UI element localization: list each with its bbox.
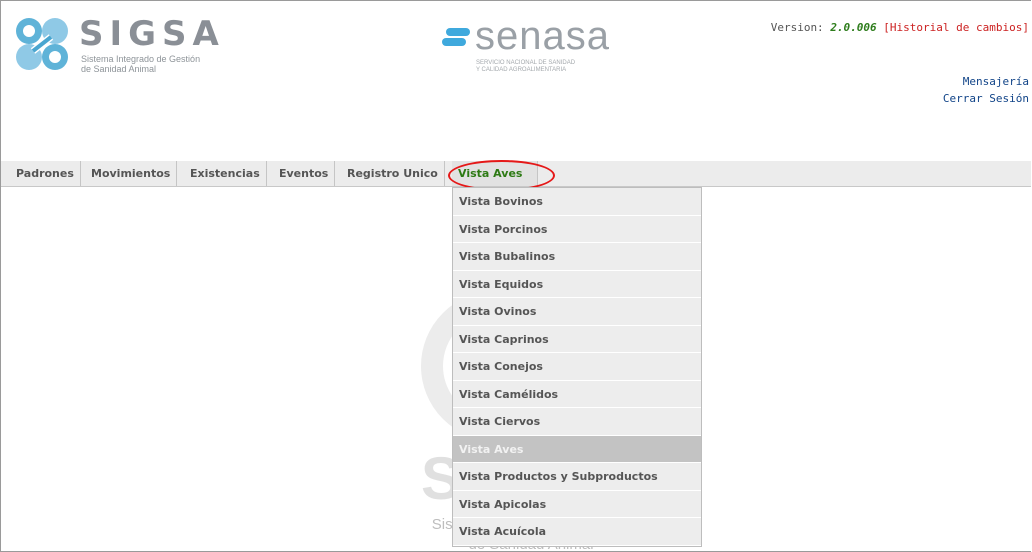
messages-link[interactable]: Mensajería xyxy=(963,75,1029,88)
dropdown-item-vista-conejos[interactable]: Vista Conejos xyxy=(453,353,701,381)
dropdown-item-vista-productos[interactable]: Vista Productos y Subproductos xyxy=(453,463,701,491)
history-link[interactable]: [Historial de cambios] xyxy=(883,21,1029,34)
menu-registro-unico[interactable]: Registro Unico xyxy=(341,161,445,186)
main-menu-bar: Padrones Movimientos Existencias Eventos… xyxy=(1,161,1031,187)
dropdown-item-vista-ciervos[interactable]: Vista Ciervos xyxy=(453,408,701,436)
vista-dropdown-menu: Vista Bovinos Vista Porcinos Vista Bubal… xyxy=(452,187,702,547)
dropdown-item-vista-bubalinos[interactable]: Vista Bubalinos xyxy=(453,243,701,271)
senasa-logo-icon xyxy=(442,28,470,46)
dropdown-item-vista-ovinos[interactable]: Vista Ovinos xyxy=(453,298,701,326)
sigsa-subtitle-line2: de Sanidad Animal xyxy=(81,64,157,74)
sigsa-logo-icon xyxy=(16,18,68,70)
version-label: Version: xyxy=(770,21,831,34)
dropdown-item-vista-equidos[interactable]: Vista Equidos xyxy=(453,271,701,298)
menu-movimientos[interactable]: Movimientos xyxy=(85,161,178,186)
senasa-title: senasa xyxy=(475,14,610,58)
senasa-subtitle-line1: Servicio Nacional de Sanidad xyxy=(476,60,576,66)
menu-vista-aves[interactable]: Vista Aves xyxy=(452,161,538,186)
version-info: Version: 2.0.006 [Historial de cambios] xyxy=(771,21,1029,34)
dropdown-item-vista-porcinos[interactable]: Vista Porcinos xyxy=(453,216,701,243)
dropdown-item-vista-acuicola[interactable]: Vista Acuícola xyxy=(453,518,701,546)
senasa-subtitle: Servicio Nacional de Sanidad y Calidad A… xyxy=(476,60,616,74)
dropdown-item-vista-bovinos[interactable]: Vista Bovinos xyxy=(453,188,701,216)
sigsa-subtitle: Sistema Integrado de Gestión de Sanidad … xyxy=(81,54,221,74)
dropdown-item-vista-aves[interactable]: Vista Aves xyxy=(453,435,701,463)
app-window: SIGSA Sistema Integrado de Gestión de Sa… xyxy=(0,0,1031,552)
sigsa-title: SIGSA xyxy=(79,14,225,54)
logout-link[interactable]: Cerrar Sesión xyxy=(943,92,1029,105)
version-number: 2.0.006 xyxy=(830,21,877,34)
menu-existencias[interactable]: Existencias xyxy=(184,161,267,186)
senasa-subtitle-line2: y Calidad Agroalimentaria xyxy=(476,67,567,73)
menu-eventos[interactable]: Eventos xyxy=(273,161,336,186)
sigsa-subtitle-line1: Sistema Integrado de Gestión xyxy=(81,54,201,64)
dropdown-item-vista-caprinos[interactable]: Vista Caprinos xyxy=(453,326,701,353)
dropdown-item-vista-apicolas[interactable]: Vista Apicolas xyxy=(453,491,701,518)
menu-padrones[interactable]: Padrones xyxy=(10,161,81,186)
dropdown-item-vista-camelidos[interactable]: Vista Camélidos xyxy=(453,381,701,408)
